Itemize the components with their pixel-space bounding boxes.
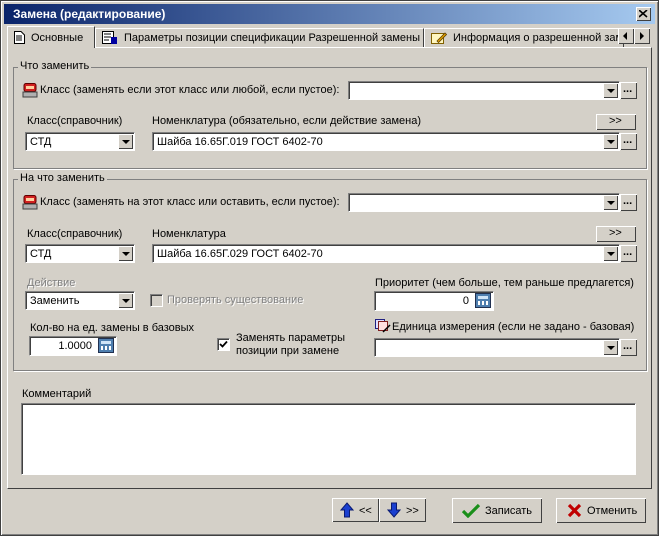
- replace-params-label-2: позиции при замене: [236, 345, 340, 357]
- priority-value: 0: [462, 295, 469, 307]
- what-class-browse-button[interactable]: [620, 82, 637, 99]
- to-class-combo[interactable]: [348, 193, 620, 212]
- qty-value: 1.0000: [58, 340, 92, 352]
- replace-params-label-1: Заменять параметры: [236, 332, 345, 344]
- chevron-down-icon[interactable]: [603, 340, 618, 355]
- qty-label: Кол-во на ед. замены в базовых: [30, 322, 195, 334]
- group-what-title: Что заменить: [18, 60, 92, 72]
- arrow-left-icon: [623, 32, 627, 40]
- arrow-down-icon: [387, 502, 401, 518]
- what-class-label: Класс (заменять если этот класс или любо…: [40, 84, 340, 96]
- what-nomenclature-browse-button[interactable]: [620, 133, 637, 150]
- action-combo[interactable]: Заменить: [25, 291, 135, 310]
- unit-label: Единица измерения (если не задано - базо…: [392, 321, 635, 333]
- to-class-ref-label: Класс(справочник): [27, 228, 123, 240]
- priority-label: Приоритет (чем больше, тем раньше предла…: [375, 277, 634, 289]
- chevron-down-icon[interactable]: [603, 83, 618, 98]
- chevron-down-icon[interactable]: [603, 195, 618, 210]
- calculator-icon[interactable]: [98, 338, 114, 353]
- arrow-up-icon: [340, 502, 354, 518]
- tab-scroll-right-button[interactable]: [634, 28, 650, 44]
- arrow-right-icon: [640, 32, 644, 40]
- checkmark-icon: [462, 503, 480, 518]
- save-label: Записать: [485, 505, 533, 517]
- to-class-ref-value: СТД: [30, 248, 52, 260]
- priority-input[interactable]: 0: [374, 291, 494, 311]
- what-nomenclature-combo[interactable]: Шайба 16.65Г.019 ГОСТ 6402-70: [152, 132, 620, 151]
- to-class-browse-button[interactable]: [620, 194, 637, 211]
- calculator-icon[interactable]: [475, 293, 491, 308]
- what-class-combo[interactable]: [348, 81, 620, 100]
- tab-spec-params[interactable]: Параметры позиции спецификации Разрешенн…: [95, 28, 424, 47]
- to-nomenclature-combo[interactable]: Шайба 16.65Г.029 ГОСТ 6402-70: [152, 244, 620, 263]
- what-more-button[interactable]: >>: [596, 114, 636, 130]
- what-class-ref-combo[interactable]: СТД: [25, 132, 135, 151]
- chevron-down-icon[interactable]: [118, 293, 133, 308]
- chevron-down-icon[interactable]: [118, 246, 133, 261]
- to-nomenclature-browse-button[interactable]: [620, 245, 637, 262]
- action-label: Действие: [27, 277, 76, 289]
- window-title: Замена (редактирование): [13, 7, 166, 21]
- document-icon: [14, 31, 25, 47]
- check-existence-label: Проверять существование: [167, 294, 304, 306]
- next-record-label: >>: [406, 505, 419, 517]
- to-more-button[interactable]: >>: [596, 226, 636, 242]
- spec-params-icon: [102, 31, 118, 47]
- check-existence-checkbox[interactable]: [150, 294, 163, 307]
- action-value: Заменить: [30, 295, 80, 307]
- title-bar[interactable]: Замена (редактирование): [4, 4, 655, 24]
- tab-info[interactable]: Информация о разрешенной заме: [424, 28, 624, 47]
- chevron-down-icon[interactable]: [603, 246, 618, 261]
- close-button[interactable]: [636, 7, 651, 21]
- replacement-edit-dialog: Замена (редактирование) Основные Парамет…: [0, 0, 659, 536]
- next-record-button[interactable]: >>: [379, 498, 426, 522]
- prev-record-button[interactable]: <<: [332, 498, 379, 522]
- cancel-label: Отменить: [587, 505, 638, 517]
- save-button[interactable]: Записать: [452, 498, 542, 523]
- unit-combo[interactable]: [374, 338, 620, 357]
- what-nomenclature-value: Шайба 16.65Г.019 ГОСТ 6402-70: [157, 136, 323, 148]
- comment-label: Комментарий: [22, 388, 92, 400]
- qty-input[interactable]: 1.0000: [29, 336, 117, 356]
- to-class-label: Класс (заменять на этот класс или остави…: [40, 196, 340, 208]
- replace-params-checkbox[interactable]: [217, 338, 230, 351]
- comment-textarea[interactable]: [21, 403, 636, 475]
- prev-record-label: <<: [359, 505, 372, 517]
- class-icon: [22, 195, 38, 213]
- cancel-button[interactable]: Отменить: [556, 498, 646, 523]
- unit-icon: [375, 319, 391, 337]
- class-icon: [22, 83, 38, 101]
- what-class-ref-label: Класс(справочник): [27, 115, 123, 127]
- checkmark-icon: [219, 340, 228, 348]
- chevron-down-icon[interactable]: [118, 134, 133, 149]
- tab-info-label: Информация о разрешенной заме: [453, 32, 624, 44]
- what-nomenclature-label: Номенклатура (обязательно, если действие…: [152, 115, 422, 127]
- tab-main[interactable]: Основные: [7, 26, 95, 48]
- info-edit-icon: [431, 31, 448, 47]
- to-nomenclature-label: Номенклатура: [152, 228, 226, 240]
- unit-browse-button[interactable]: [620, 339, 637, 356]
- to-nomenclature-value: Шайба 16.65Г.029 ГОСТ 6402-70: [157, 248, 323, 260]
- to-more-label: >>: [609, 227, 622, 239]
- close-icon: [639, 10, 648, 18]
- tab-scroll-left-button[interactable]: [618, 28, 634, 44]
- tab-spec-params-label: Параметры позиции спецификации Разрешенн…: [124, 32, 420, 44]
- tab-strip: Основные Параметры позиции спецификации …: [7, 26, 653, 48]
- what-class-ref-value: СТД: [30, 136, 52, 148]
- tab-main-label: Основные: [31, 32, 84, 44]
- what-more-label: >>: [609, 115, 622, 127]
- chevron-down-icon[interactable]: [603, 134, 618, 149]
- cancel-x-icon: [567, 503, 582, 518]
- group-to-title: На что заменить: [18, 172, 107, 184]
- to-class-ref-combo[interactable]: СТД: [25, 244, 135, 263]
